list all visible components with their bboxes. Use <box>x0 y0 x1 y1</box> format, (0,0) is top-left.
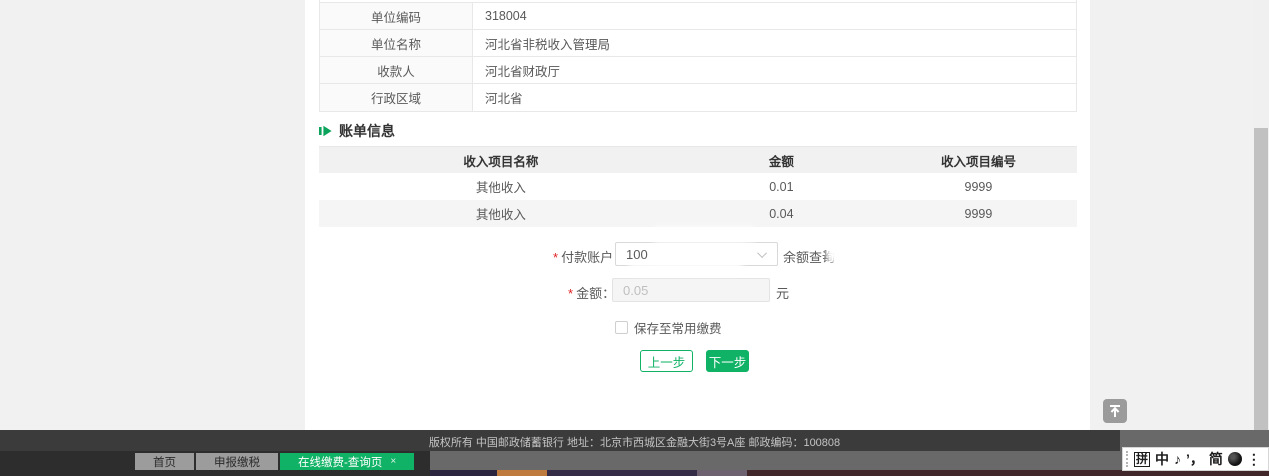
unit-info-table: 单位编码 318004 单位名称 河北省非税收入管理局 收款人 河北省财政厅 行… <box>319 0 1077 112</box>
save-frequent-checkbox[interactable] <box>615 321 628 334</box>
punctuation-mode-icon[interactable]: ’， <box>1186 452 1204 466</box>
amount-label: *金额： <box>568 283 615 302</box>
tab-home[interactable]: 首页 <box>135 453 194 470</box>
bill-item-name: 其他收入 <box>319 177 683 196</box>
close-icon[interactable]: × <box>390 456 396 467</box>
chinese-mode-icon[interactable]: 中 <box>1155 452 1169 466</box>
content-panel: 单位编码 318004 单位名称 河北省非税收入管理局 收款人 河北省财政厅 行… <box>305 0 1090 430</box>
copyright-text: 版权所有 中国邮政储蓄银行 地址：北京市西城区金融大街3号A座 邮政编码：100… <box>0 434 1269 450</box>
payee-value: 河北省财政厅 <box>473 57 1076 83</box>
bill-table-header: 收入项目名称 金额 收入项目编号 <box>319 146 1077 173</box>
bill-item-amount: 0.01 <box>683 180 880 194</box>
bill-table: 收入项目名称 金额 收入项目编号 其他收入 0.01 9999 其他收入 0.0… <box>319 146 1077 227</box>
background-window-fragment <box>497 470 547 476</box>
bill-item-number: 9999 <box>880 180 1077 194</box>
table-row: 行政区域 河北省 <box>320 84 1076 111</box>
amount-value: 0.05 <box>623 283 648 298</box>
col-header-amount: 金额 <box>683 151 880 170</box>
required-asterisk: * <box>553 250 558 265</box>
save-frequent-label: 保存至常用缴费 <box>634 318 722 337</box>
payee-label: 收款人 <box>320 57 473 83</box>
bill-info-section-title: 账单信息 <box>319 121 395 141</box>
tab-declare-tax[interactable]: 申报缴税 <box>196 453 278 470</box>
bottom-tabs: 首页 申报缴税 在线缴费-查询页 × <box>135 453 414 470</box>
section-title-text: 账单信息 <box>339 121 395 141</box>
scrollbar-thumb[interactable] <box>1254 128 1268 447</box>
unit-code-value: 318004 <box>473 3 1076 29</box>
tab-online-payment-query[interactable]: 在线缴费-查询页 × <box>280 453 414 470</box>
bill-item-number: 9999 <box>880 207 1077 221</box>
bill-item-name: 其他收入 <box>319 204 683 223</box>
background-window-fragment <box>697 470 747 476</box>
amount-unit: 元 <box>776 283 789 302</box>
footer-bar: 版权所有 中国邮政储蓄银行 地址：北京市西城区金融大街3号A座 邮政编码：100… <box>0 430 1120 451</box>
region-label: 行政区域 <box>320 84 473 111</box>
unit-name-label: 单位名称 <box>320 30 473 56</box>
arrow-to-top-icon <box>1108 404 1122 418</box>
bill-item-amount: 0.04 <box>683 207 880 221</box>
col-header-item-number: 收入项目编号 <box>880 151 1077 170</box>
green-play-icon <box>319 125 332 137</box>
blur-redaction <box>628 263 743 275</box>
required-asterisk: * <box>568 286 573 301</box>
ime-menu-icon[interactable] <box>1228 452 1242 466</box>
next-step-button[interactable]: 下一步 <box>706 350 749 372</box>
table-row: 其他收入 0.01 9999 <box>319 173 1077 200</box>
table-row: 收款人 河北省财政厅 <box>320 57 1076 84</box>
sound-icon[interactable]: ♪ <box>1174 452 1181 466</box>
table-row: 其他收入 0.04 9999 <box>319 200 1077 227</box>
background-window-fragment <box>547 470 697 476</box>
pinyin-mode-icon[interactable]: 拼 <box>1134 452 1150 467</box>
background-window-fragment <box>430 470 497 476</box>
unit-name-value: 河北省非税收入管理局 <box>473 30 1076 56</box>
ime-more-icon[interactable]: ⋮ <box>1247 452 1261 466</box>
unit-code-label: 单位编码 <box>320 3 473 29</box>
drag-handle-icon[interactable] <box>1126 451 1129 467</box>
back-to-top-button[interactable] <box>1103 399 1127 423</box>
blur-redaction <box>650 227 758 242</box>
table-row: 单位名称 河北省非税收入管理局 <box>320 30 1076 57</box>
chevron-down-icon <box>757 248 767 258</box>
previous-step-button[interactable]: 上一步 <box>640 350 693 372</box>
blur-redaction <box>652 244 750 263</box>
simplified-chinese-icon[interactable]: 简 <box>1209 452 1223 466</box>
col-header-item-name: 收入项目名称 <box>319 151 683 170</box>
save-frequent-payment-row: 保存至常用缴费 <box>615 318 722 337</box>
region-value: 河北省 <box>473 84 1076 111</box>
account-number-prefix: 100 <box>626 247 648 262</box>
vertical-scrollbar[interactable] <box>1253 0 1269 476</box>
blur-redaction <box>826 245 888 263</box>
table-row: 单位编码 318004 <box>320 3 1076 30</box>
amount-input[interactable]: 0.05 <box>612 278 770 302</box>
ime-toolbar: 拼 中 ♪ ’， 简 ⋮ <box>1122 447 1269 471</box>
